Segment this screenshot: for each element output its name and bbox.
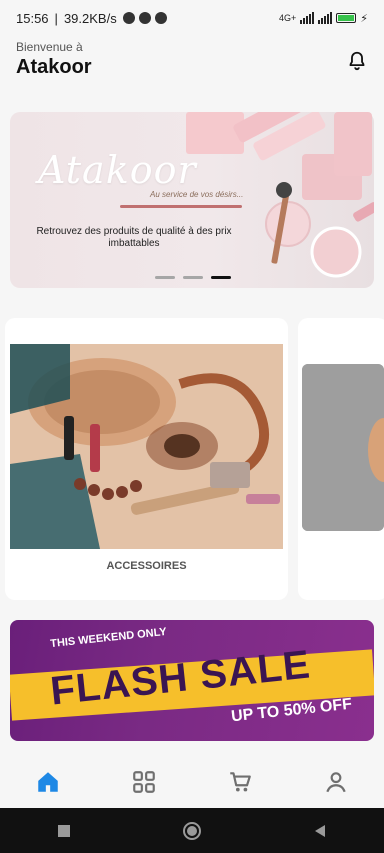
header: Bienvenue à Atakoor — [16, 40, 368, 82]
status-speed: 39.2KB/s — [63, 10, 117, 26]
banner-logo: Atakoor — [38, 148, 197, 192]
grid-icon — [133, 771, 155, 793]
android-navigation-bar — [0, 808, 384, 853]
banner-pagination — [155, 276, 231, 279]
cart-icon — [230, 772, 251, 792]
category-image — [302, 364, 384, 531]
signal-icon — [318, 12, 333, 24]
network-label: 4G+ — [279, 13, 297, 23]
square-icon — [58, 824, 70, 837]
status-bar: 15:56 | 39.2KB/s 4G+ ⚡ — [0, 0, 384, 36]
category-label: ACCESSOIRES — [106, 560, 187, 572]
home-icon — [38, 772, 58, 792]
status-icons — [122, 12, 167, 24]
android-back[interactable] — [308, 819, 332, 843]
flash-sale-top-text: THIS WEEKEND ONLY — [49, 625, 168, 651]
pagination-dot-active[interactable] — [211, 276, 231, 279]
nav-profile[interactable] — [316, 762, 356, 802]
cosmetics-illustration — [186, 112, 374, 278]
pagination-dot[interactable] — [183, 276, 203, 279]
status-time: 15:56 — [16, 10, 49, 26]
battery-fill — [338, 15, 354, 21]
nav-categories[interactable] — [124, 762, 164, 802]
android-recents[interactable] — [52, 819, 76, 843]
app-notification-icon — [138, 12, 151, 24]
signal-icon — [300, 12, 315, 24]
status-right: 4G+ ⚡ — [279, 12, 368, 25]
charging-icon: ⚡ — [360, 12, 368, 25]
app-notification-icon — [154, 12, 167, 24]
brand-title: Atakoor — [16, 56, 92, 78]
battery-icon — [336, 13, 357, 23]
category-image — [10, 344, 283, 549]
circle-icon — [183, 821, 201, 840]
greeting: Bienvenue à — [16, 40, 83, 54]
bottom-navigation — [0, 756, 384, 808]
nav-home[interactable] — [28, 762, 68, 802]
nav-cart[interactable] — [220, 762, 260, 802]
alarm-off-icon — [122, 12, 135, 24]
status-separator: | — [54, 10, 58, 26]
bell-icon[interactable] — [346, 50, 368, 72]
back-icon — [315, 824, 325, 837]
pagination-dot[interactable] — [155, 276, 175, 279]
android-home[interactable] — [180, 819, 204, 843]
user-icon — [326, 772, 346, 793]
flash-sale-banner[interactable]: THIS WEEKEND ONLY FLASH SALE UP TO 50% O… — [10, 620, 374, 741]
status-left: 15:56 | 39.2KB/s — [16, 11, 167, 26]
